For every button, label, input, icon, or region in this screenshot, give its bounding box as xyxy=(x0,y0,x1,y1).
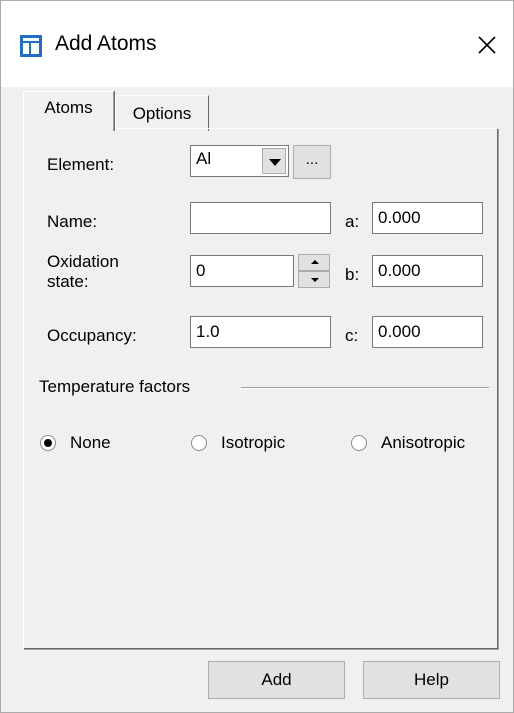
name-label: Name: xyxy=(47,212,98,231)
radio-isotropic[interactable]: Isotropic xyxy=(191,433,285,453)
occupancy-field[interactable]: 1.0 xyxy=(190,316,331,348)
title-bar: Add Atoms xyxy=(1,1,513,87)
chevron-down-icon[interactable] xyxy=(262,148,286,174)
element-select[interactable]: Al xyxy=(190,145,289,177)
radio-none[interactable]: None xyxy=(40,433,111,453)
help-button[interactable]: Help xyxy=(363,661,500,699)
oxidation-state-field[interactable]: 0 xyxy=(190,255,294,287)
oxidation-state-spinner[interactable] xyxy=(298,254,330,288)
a-field[interactable]: 0.000 xyxy=(372,202,483,234)
oxidation-state-label: Oxidation state: xyxy=(47,252,119,291)
spin-up-icon[interactable] xyxy=(298,254,330,271)
b-field[interactable]: 0.000 xyxy=(372,255,483,287)
element-browse-button[interactable]: ... xyxy=(293,145,331,179)
radio-checked-icon[interactable] xyxy=(40,435,56,451)
c-label: c: xyxy=(345,326,359,345)
spin-down-icon[interactable] xyxy=(298,271,330,288)
group-divider xyxy=(241,387,489,389)
add-button[interactable]: Add xyxy=(208,661,345,699)
tab-atoms[interactable]: Atoms xyxy=(23,91,114,131)
add-atoms-dialog: Add Atoms Atoms Options Element: Al ... … xyxy=(0,0,514,713)
name-field[interactable] xyxy=(190,202,331,234)
b-label: b: xyxy=(345,265,360,284)
radio-anisotropic-label: Anisotropic xyxy=(381,433,466,452)
radio-none-label: None xyxy=(70,433,111,452)
window-title: Add Atoms xyxy=(55,32,157,55)
app-window-icon xyxy=(20,35,42,57)
element-label: Element: xyxy=(47,155,115,174)
radio-isotropic-label: Isotropic xyxy=(221,433,286,452)
a-label: a: xyxy=(345,212,360,231)
radio-anisotropic[interactable]: Anisotropic xyxy=(351,433,465,453)
radio-unchecked-icon[interactable] xyxy=(191,435,207,451)
radio-unchecked-icon[interactable] xyxy=(351,435,367,451)
c-field[interactable]: 0.000 xyxy=(372,316,483,348)
close-icon[interactable] xyxy=(469,27,505,63)
temperature-factors-heading: Temperature factors xyxy=(39,377,191,396)
tab-options[interactable]: Options xyxy=(115,95,209,131)
element-select-value: Al xyxy=(196,149,212,168)
occupancy-label: Occupancy: xyxy=(47,326,137,345)
